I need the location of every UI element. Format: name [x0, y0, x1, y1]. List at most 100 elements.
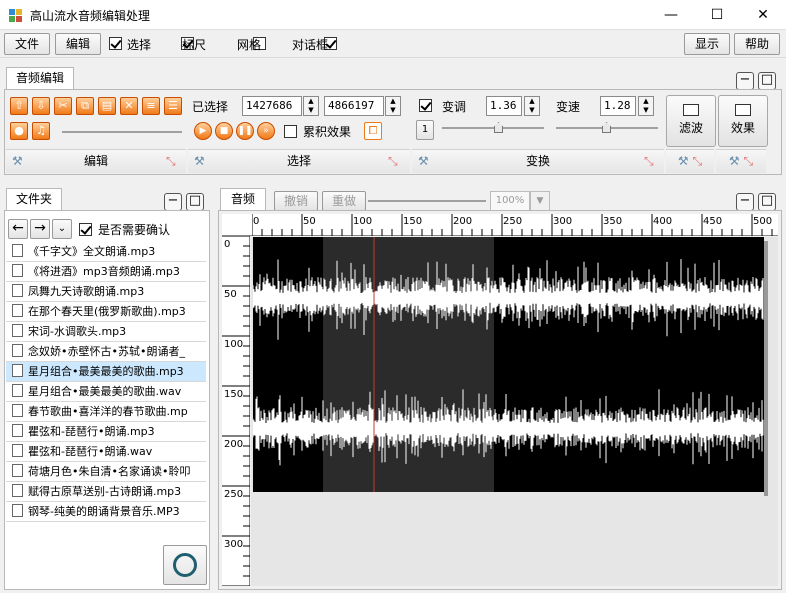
- document-icon: [12, 384, 23, 397]
- display-button[interactable]: 显示: [684, 33, 730, 55]
- play-icon[interactable]: ▶: [194, 122, 212, 140]
- list-item[interactable]: 宋词-水调歌头.mp3: [6, 322, 206, 342]
- close-button[interactable]: ✕: [740, 0, 786, 30]
- music-note-icon[interactable]: ♫: [32, 122, 50, 140]
- confirm-checkbox[interactable]: [79, 223, 92, 236]
- selection-region[interactable]: [323, 237, 494, 492]
- cut-icon[interactable]: ✂: [54, 97, 72, 115]
- list-item[interactable]: 《将进酒》mp3音频朗诵.mp3: [6, 262, 206, 282]
- minimize-button[interactable]: —: [648, 0, 694, 30]
- filter-button[interactable]: 滤波: [666, 95, 716, 147]
- list-item[interactable]: 凤舞九天诗歌朗诵.mp3: [6, 282, 206, 302]
- select-checkbox[interactable]: [109, 37, 122, 50]
- transform-group-bar[interactable]: ⚒ 变换 ⤡: [412, 149, 664, 173]
- selection-end-input[interactable]: 4866197: [324, 96, 384, 116]
- redo-button[interactable]: 重做: [322, 191, 366, 211]
- stop-icon[interactable]: ■: [215, 122, 233, 140]
- save-icon[interactable]: ⇩: [32, 97, 50, 115]
- effect-group-bar[interactable]: ⚒ ⤡: [716, 149, 766, 173]
- help-button[interactable]: 帮助: [734, 33, 780, 55]
- pitch-slider-thumb[interactable]: [494, 122, 503, 133]
- selection-start-input[interactable]: 1427686: [242, 96, 302, 116]
- effect-icon: [735, 104, 751, 116]
- ribbon-restore-button[interactable]: □: [758, 72, 776, 90]
- list-item[interactable]: 星月组合•最美最美的歌曲.wav: [6, 382, 206, 402]
- volume-slider[interactable]: [62, 131, 182, 133]
- zoom-select[interactable]: 100%: [490, 191, 530, 211]
- pitch-slider[interactable]: [442, 127, 544, 129]
- ruler-label: 0: [224, 239, 231, 250]
- copy-icon[interactable]: ⧉: [76, 97, 94, 115]
- list-item[interactable]: 赋得古原草送别-古诗朗诵.mp3: [6, 482, 206, 502]
- edit-group-bar[interactable]: ⚒ 编辑 ⤡: [6, 149, 186, 173]
- list-item[interactable]: 瞿弦和-琵琶行•朗诵.mp3: [6, 422, 206, 442]
- selection-start-stepper[interactable]: ▲ ▼: [303, 96, 319, 116]
- open-icon[interactable]: ⇧: [10, 97, 28, 115]
- list-item[interactable]: 荷塘月色•朱自清•名家诵读•聆叩: [6, 462, 206, 482]
- ruler-label: 300: [224, 539, 244, 550]
- chevron-down-icon[interactable]: ⌄: [52, 219, 72, 239]
- delete-icon[interactable]: ✕: [120, 97, 138, 115]
- audio-minimize-button[interactable]: −: [736, 193, 754, 211]
- pause-icon[interactable]: ❚❚: [236, 122, 254, 140]
- folder-restore-button[interactable]: □: [186, 193, 204, 211]
- select-group: 已选择 1427686 ▲ ▼ 4866197 ▲ ▼ ▶ ■ ❚❚ » 累积效果 …: [188, 92, 410, 174]
- list-item[interactable]: 念奴娇•赤壁怀古•苏轼•朗诵者_: [6, 342, 206, 362]
- expand-icon[interactable]: ⤡: [388, 150, 398, 173]
- trim-icon[interactable]: ≡: [142, 97, 160, 115]
- list-item[interactable]: 钢琴-纯美的朗诵背景音乐.MP3: [6, 502, 206, 522]
- tab-audio[interactable]: 音频: [220, 188, 266, 210]
- vertical-ruler: 0 50 100 150 200 250 300: [222, 236, 250, 586]
- accumulate-checkbox[interactable]: [284, 125, 297, 138]
- transform-enable-checkbox[interactable]: [419, 99, 432, 112]
- wand-icon: ⚒: [194, 154, 205, 168]
- list-item[interactable]: 春节歌曲•喜洋洋的春节歌曲.mp: [6, 402, 206, 422]
- speed-stepper[interactable]: ▲ ▼: [638, 96, 654, 116]
- waveform[interactable]: [253, 237, 764, 492]
- ruler-label: 200: [453, 216, 473, 227]
- fast-forward-icon[interactable]: »: [257, 122, 275, 140]
- list-item-selected[interactable]: 星月组合•最美最美的歌曲.mp3: [6, 362, 206, 382]
- zoom-dropdown-icon[interactable]: ▼: [530, 191, 550, 211]
- zoom-slider[interactable]: [368, 200, 486, 202]
- list-item[interactable]: 《千字文》全文朗诵.mp3: [6, 242, 206, 262]
- speed-slider-thumb[interactable]: [602, 122, 611, 133]
- edit-menu-button[interactable]: 编辑: [55, 33, 101, 55]
- select-group-label: 选择: [286, 154, 311, 168]
- grid-checkbox-label: 网格: [237, 38, 262, 52]
- list-item[interactable]: 瞿弦和-琵琶行•朗诵.wav: [6, 442, 206, 462]
- selection-end-stepper[interactable]: ▲ ▼: [385, 96, 401, 116]
- waveform-shadow: [764, 241, 768, 496]
- forward-arrow-icon[interactable]: →: [30, 219, 50, 239]
- back-arrow-icon[interactable]: ←: [8, 219, 28, 239]
- reset-one-button[interactable]: 1: [416, 120, 434, 140]
- zoom-selection-icon[interactable]: ⧠: [364, 122, 382, 140]
- document-icon: [12, 484, 23, 497]
- audio-restore-button[interactable]: □: [758, 193, 776, 211]
- pitch-stepper[interactable]: ▲ ▼: [524, 96, 540, 116]
- undo-button[interactable]: 撤销: [274, 191, 318, 211]
- ribbon-minimize-button[interactable]: −: [736, 72, 754, 90]
- maximize-button[interactable]: ☐: [694, 0, 740, 30]
- effect-button[interactable]: 效果: [718, 95, 768, 147]
- expand-icon[interactable]: ⤡: [644, 150, 654, 173]
- ruler-label: 100: [353, 216, 373, 227]
- transform-group-label: 变换: [525, 154, 550, 168]
- paste-icon[interactable]: ▤: [98, 97, 116, 115]
- folder-minimize-button[interactable]: −: [164, 193, 182, 211]
- filter-group-bar[interactable]: ⚒ ⤡: [666, 149, 714, 173]
- list-item[interactable]: 在那个春天里(俄罗斯歌曲).mp3: [6, 302, 206, 322]
- file-menu-button[interactable]: 文件: [4, 33, 50, 55]
- pitch-input[interactable]: 1.36: [486, 96, 522, 116]
- split-icon[interactable]: ☰: [164, 97, 182, 115]
- microphone-icon[interactable]: ●: [10, 122, 28, 140]
- document-icon: [12, 284, 23, 297]
- speed-input[interactable]: 1.28: [600, 96, 636, 116]
- tab-audio-edit[interactable]: 音频编辑: [6, 67, 74, 89]
- refresh-button[interactable]: [163, 545, 207, 585]
- expand-icon[interactable]: ⤡: [166, 150, 176, 173]
- select-group-bar[interactable]: ⚒ 选择 ⤡: [188, 149, 410, 173]
- ruler-label: 500: [753, 216, 773, 227]
- tab-folder[interactable]: 文件夹: [6, 188, 62, 210]
- ruler-label: 150: [403, 216, 423, 227]
